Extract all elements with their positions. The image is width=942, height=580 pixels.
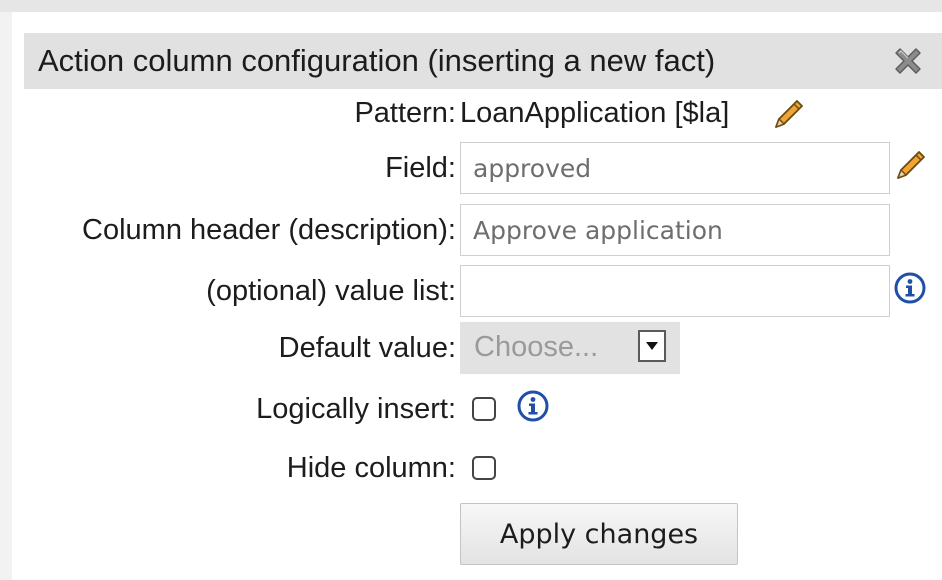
apply-changes-button[interactable]: Apply changes [460,503,738,565]
pattern-label: Pattern: [354,97,456,129]
column-header-input[interactable] [460,204,890,256]
logically-insert-checkbox[interactable] [472,397,496,421]
field-input[interactable] [460,142,890,194]
dialog-title-bar[interactable]: Action column configuration (inserting a… [24,33,942,89]
info-icon[interactable] [893,271,927,305]
dialog-top-border [0,0,942,12]
logically-insert-label: Logically insert: [256,393,456,425]
hide-column-label: Hide column: [286,452,456,484]
dialog-title: Action column configuration (inserting a… [38,43,716,78]
default-value-selected: Choose... [474,331,599,363]
default-value-select[interactable]: Choose... [460,322,680,374]
pattern-value-text: LoanApplication [$la] [460,97,730,129]
field-label: Field: [385,152,456,184]
value-list-input[interactable] [460,265,890,317]
hide-column-checkbox[interactable] [472,456,496,480]
pencil-icon[interactable] [894,148,928,182]
chevron-down-icon[interactable] [638,330,666,362]
info-icon[interactable] [516,389,550,423]
dialog-left-border [0,12,12,580]
page: Action column configuration (inserting a… [0,0,942,580]
close-icon[interactable] [890,43,926,79]
default-value-label: Default value: [278,332,456,364]
pencil-icon[interactable] [772,97,806,131]
pattern-value: LoanApplication [$la] [460,95,729,131]
column-header-label: Column header (description): [82,214,456,246]
value-list-label: (optional) value list: [206,275,456,307]
action-column-config-dialog: Action column configuration (inserting a… [0,0,942,580]
